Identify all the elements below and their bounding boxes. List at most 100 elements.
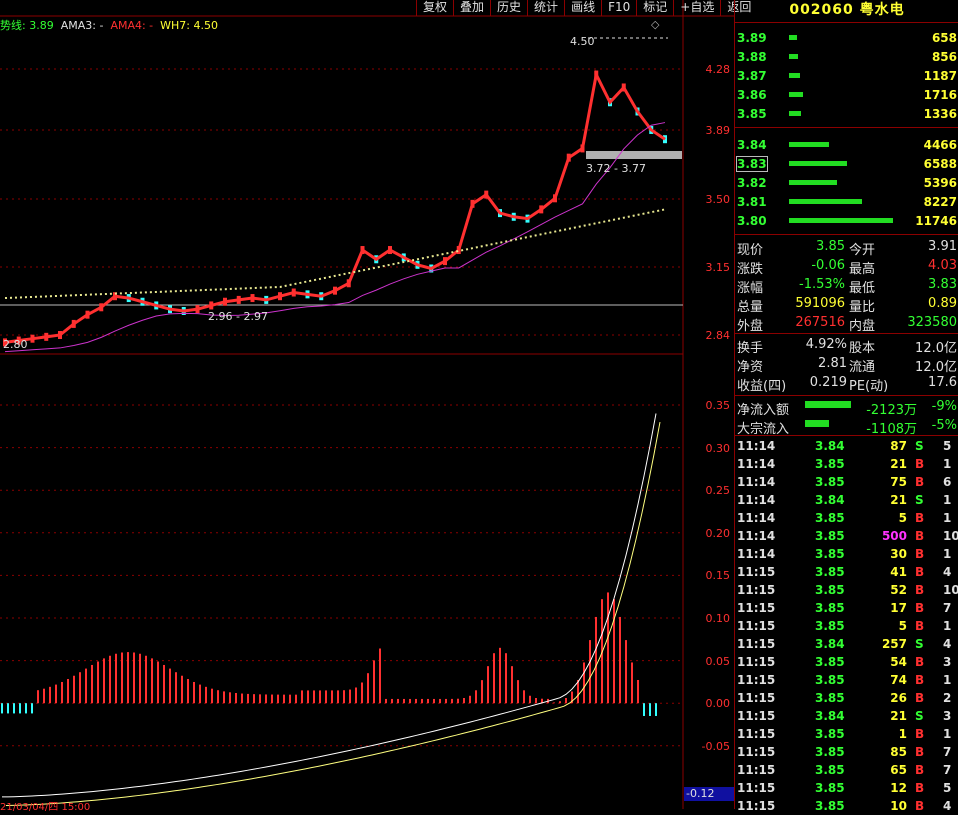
- trend-label: 势线:: [0, 19, 26, 32]
- macd-axis-label: 0.10: [705, 612, 731, 625]
- quote-panel: 002060 粤水电 3.89 658 3.88 856 3.87 1187 3.86 171…: [734, 0, 958, 813]
- tick-row: 11:15 3.84 21 S 3: [735, 707, 958, 725]
- tick-volume: 74: [890, 673, 907, 687]
- tick-price: 3.85: [815, 583, 845, 597]
- quote-value: -1.53%: [799, 277, 845, 292]
- flow-bar: [805, 420, 830, 427]
- tick-price: 3.85: [815, 529, 845, 543]
- high-range-label: 3.72 - 3.77: [586, 162, 646, 175]
- tick-time: 11:14: [737, 529, 776, 543]
- tick-row: 11:14 3.85 21 B 1: [735, 455, 958, 473]
- fund-value-right: 17.6: [928, 375, 957, 390]
- tick-side: B: [915, 745, 925, 759]
- stock-header: 002060 粤水电: [735, 0, 958, 22]
- tick-side: B: [915, 655, 925, 669]
- price-axis-label: 3.50: [705, 193, 731, 206]
- tick-side: B: [915, 475, 925, 489]
- tick-time: 11:15: [737, 691, 776, 705]
- quote-value: 591096: [795, 296, 845, 311]
- flow-row: 净流入额 -2123万 -9%: [735, 397, 958, 418]
- bid-row: 3.80 11746: [735, 212, 958, 230]
- fund-value: 4.92%: [805, 337, 847, 352]
- ask-row: 3.89 658: [735, 29, 958, 47]
- tick-row: 11:14 3.85 30 B 1: [735, 545, 958, 563]
- tick-price: 3.85: [815, 799, 845, 813]
- ask-price: 3.88: [737, 50, 767, 64]
- fund-label: 收益(四): [737, 379, 787, 394]
- chart-canvas[interactable]: [0, 0, 734, 809]
- price-axis-label: 2.84: [705, 329, 731, 342]
- quote-row: 涨跌 -0.06 最高 4.03: [735, 256, 958, 277]
- tick-volume: 85: [890, 745, 907, 759]
- tick-row: 11:15 3.85 54 B 3: [735, 653, 958, 671]
- toolbar-button-7[interactable]: +自选: [673, 0, 720, 16]
- bid-volume: 11746: [915, 214, 957, 228]
- bid-volume: 5396: [923, 176, 957, 190]
- tick-volume: 1: [898, 727, 907, 741]
- quote-label: 外盘: [737, 319, 764, 334]
- tick-price: 3.85: [815, 655, 845, 669]
- tick-side: S: [915, 439, 924, 453]
- quote-row: 涨幅 -1.53% 最低 3.83: [735, 275, 958, 296]
- tick-time: 11:15: [737, 673, 776, 687]
- tick-volume: 21: [890, 709, 907, 723]
- tick-volume: 75: [890, 475, 907, 489]
- tick-time: 11:15: [737, 763, 776, 777]
- diamond-icon[interactable]: ◇: [651, 18, 659, 31]
- flow-percent: -9%: [931, 399, 957, 414]
- tick-price: 3.85: [815, 745, 845, 759]
- tick-side: B: [915, 619, 925, 633]
- tick-time: 11:15: [737, 601, 776, 615]
- bid-volume-bar: [789, 199, 862, 204]
- indicator-legend: 势线: 3.89 AMA3: - AMA4: - WH7: 4.50: [0, 17, 218, 33]
- tick-time: 11:15: [737, 709, 776, 723]
- quote-value: 267516: [795, 315, 845, 330]
- toolbar-button-3[interactable]: 统计: [527, 0, 564, 16]
- toolbar-button-1[interactable]: 叠加: [453, 0, 490, 16]
- tick-volume: 52: [890, 583, 907, 597]
- bid-volume-bar: [789, 218, 893, 223]
- tick-side: B: [915, 565, 925, 579]
- bid-volume-bar: [789, 161, 848, 166]
- toolbar-button-2[interactable]: 历史: [490, 0, 527, 16]
- tick-row: 11:15 3.85 74 B 1: [735, 671, 958, 689]
- tick-row: 11:14 3.85 75 B 6: [735, 473, 958, 491]
- tick-side: B: [915, 781, 925, 795]
- fundamental-row: 换手 4.92% 股本 12.0亿: [735, 335, 958, 356]
- toolbar-button-6[interactable]: 标记: [636, 0, 673, 16]
- tick-volume: 21: [890, 493, 907, 507]
- macd-axis-label: -0.05: [701, 739, 730, 753]
- tick-count: 1: [943, 457, 952, 471]
- flow-row: 大宗流入 -1108万 -5%: [735, 416, 958, 437]
- tick-time: 11:14: [737, 457, 776, 471]
- tick-side: B: [915, 511, 925, 525]
- toolbar-button-5[interactable]: F10: [601, 0, 636, 16]
- tick-price: 3.85: [815, 781, 845, 795]
- tick-price: 3.85: [815, 511, 845, 525]
- toolbar-button-0[interactable]: 复权: [416, 0, 453, 16]
- tick-volume: 12: [890, 781, 907, 795]
- price-axis-label: 3.15: [705, 261, 731, 274]
- tick-row: 11:15 3.85 1 B 1: [735, 725, 958, 743]
- tick-row: 11:15 3.85 26 B 2: [735, 689, 958, 707]
- tick-row: 11:14 3.85 5 B 1: [735, 509, 958, 527]
- tick-volume: 30: [890, 547, 907, 561]
- tick-count: 6: [943, 475, 952, 489]
- macd-axis-label: 0.15: [705, 569, 731, 583]
- tick-side: S: [915, 493, 924, 507]
- tick-price: 3.85: [815, 673, 845, 687]
- tick-side: B: [915, 763, 925, 777]
- tick-count: 7: [943, 745, 952, 759]
- tick-count: 1: [943, 511, 952, 525]
- macd-dea-line: [5, 421, 661, 806]
- toolbar-button-4[interactable]: 画线: [564, 0, 601, 16]
- tick-price: 3.85: [815, 565, 845, 579]
- quote-row: 现价 3.85 今开 3.91: [735, 237, 958, 258]
- flow-percent: -5%: [931, 418, 957, 433]
- tick-price: 3.84: [815, 637, 845, 651]
- ask-price: 3.85: [737, 107, 767, 121]
- tick-volume: 21: [890, 457, 907, 471]
- price-axis-label: 4.28: [705, 63, 731, 76]
- quote-value-right: 323580: [907, 315, 957, 330]
- bid-row: 3.83 6588: [735, 155, 958, 173]
